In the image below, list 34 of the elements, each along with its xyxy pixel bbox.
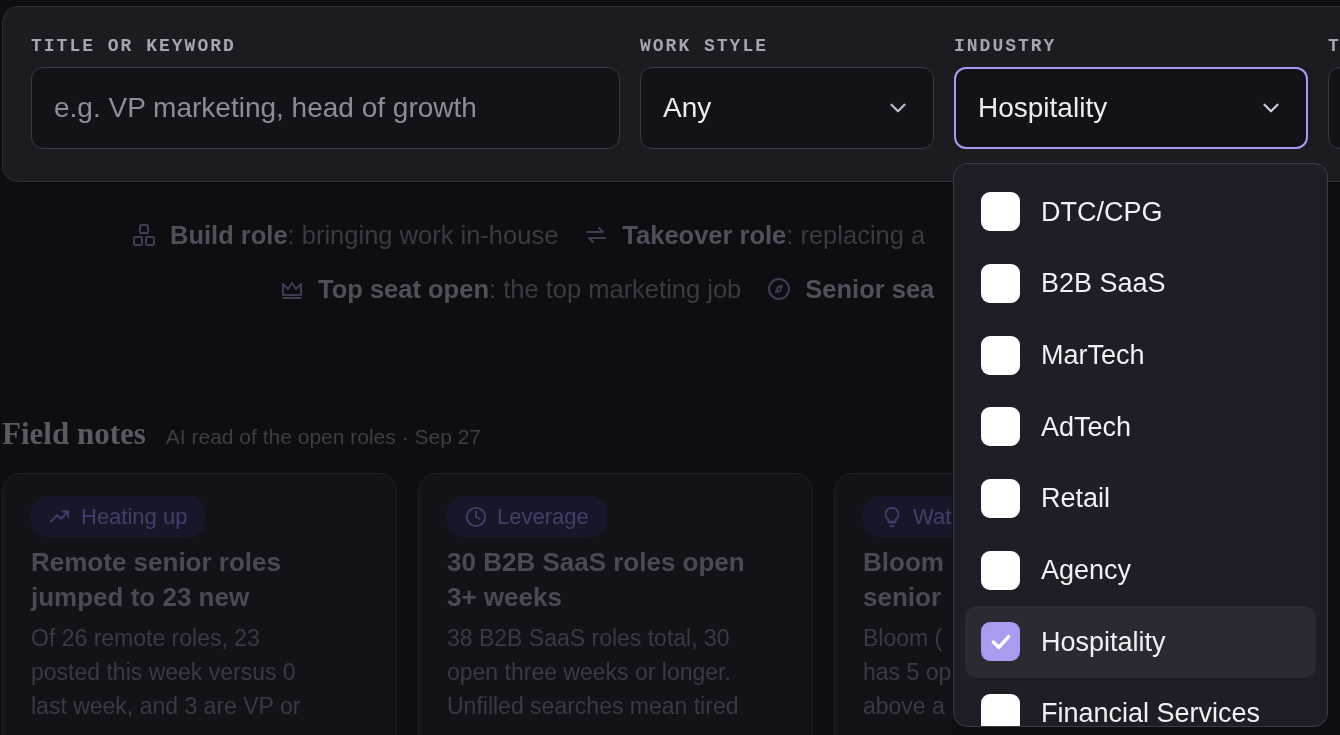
compass-icon xyxy=(767,277,792,302)
field-label: WORK STYLE xyxy=(640,35,770,57)
card-title: 30 B2B SaaS roles open 3+ weeks xyxy=(447,546,745,614)
checkbox[interactable] xyxy=(981,264,1020,304)
section-title: Field notes xyxy=(2,414,146,453)
card-title: Bloom senior xyxy=(863,546,944,614)
menu-option[interactable]: DTC/CPG xyxy=(965,176,1316,248)
field-label: INDUSTRY xyxy=(954,35,1058,57)
menu-option[interactable]: AdTech xyxy=(965,391,1316,463)
checkbox[interactable] xyxy=(981,407,1020,447)
search-field[interactable]: e.g. VP marketing, head of growth xyxy=(31,67,620,149)
checkbox[interactable] xyxy=(981,694,1020,726)
card-title: Remote senior roles jumped to 23 new xyxy=(31,546,281,614)
blocks-icon xyxy=(132,223,156,248)
menu-option[interactable]: Hospitality xyxy=(965,606,1316,678)
legend-text: Senior sea xyxy=(805,274,935,306)
menu-option[interactable]: B2B SaaS xyxy=(965,247,1316,320)
clock-icon xyxy=(465,505,487,528)
checkbox[interactable] xyxy=(981,192,1020,232)
tag: Wat xyxy=(863,496,952,537)
checkbox[interactable] xyxy=(981,479,1020,519)
field-label: TITLE OR KEYWORD xyxy=(31,35,237,57)
menu-option[interactable]: MarTech xyxy=(965,319,1316,392)
tag: Heating up xyxy=(31,496,206,537)
menu-option[interactable]: Agency xyxy=(965,534,1316,607)
menu-option[interactable]: Financial Services xyxy=(965,677,1316,726)
menu-option[interactable]: Retail xyxy=(965,462,1316,535)
select-field[interactable]: Any xyxy=(640,67,934,149)
tag: Leverage xyxy=(447,496,607,537)
checkbox[interactable] xyxy=(981,335,1020,375)
select-field[interactable]: Hospitality xyxy=(954,67,1308,149)
checkbox[interactable] xyxy=(981,622,1020,662)
field-label: T xyxy=(1328,35,1340,57)
checkbox[interactable] xyxy=(981,550,1020,590)
